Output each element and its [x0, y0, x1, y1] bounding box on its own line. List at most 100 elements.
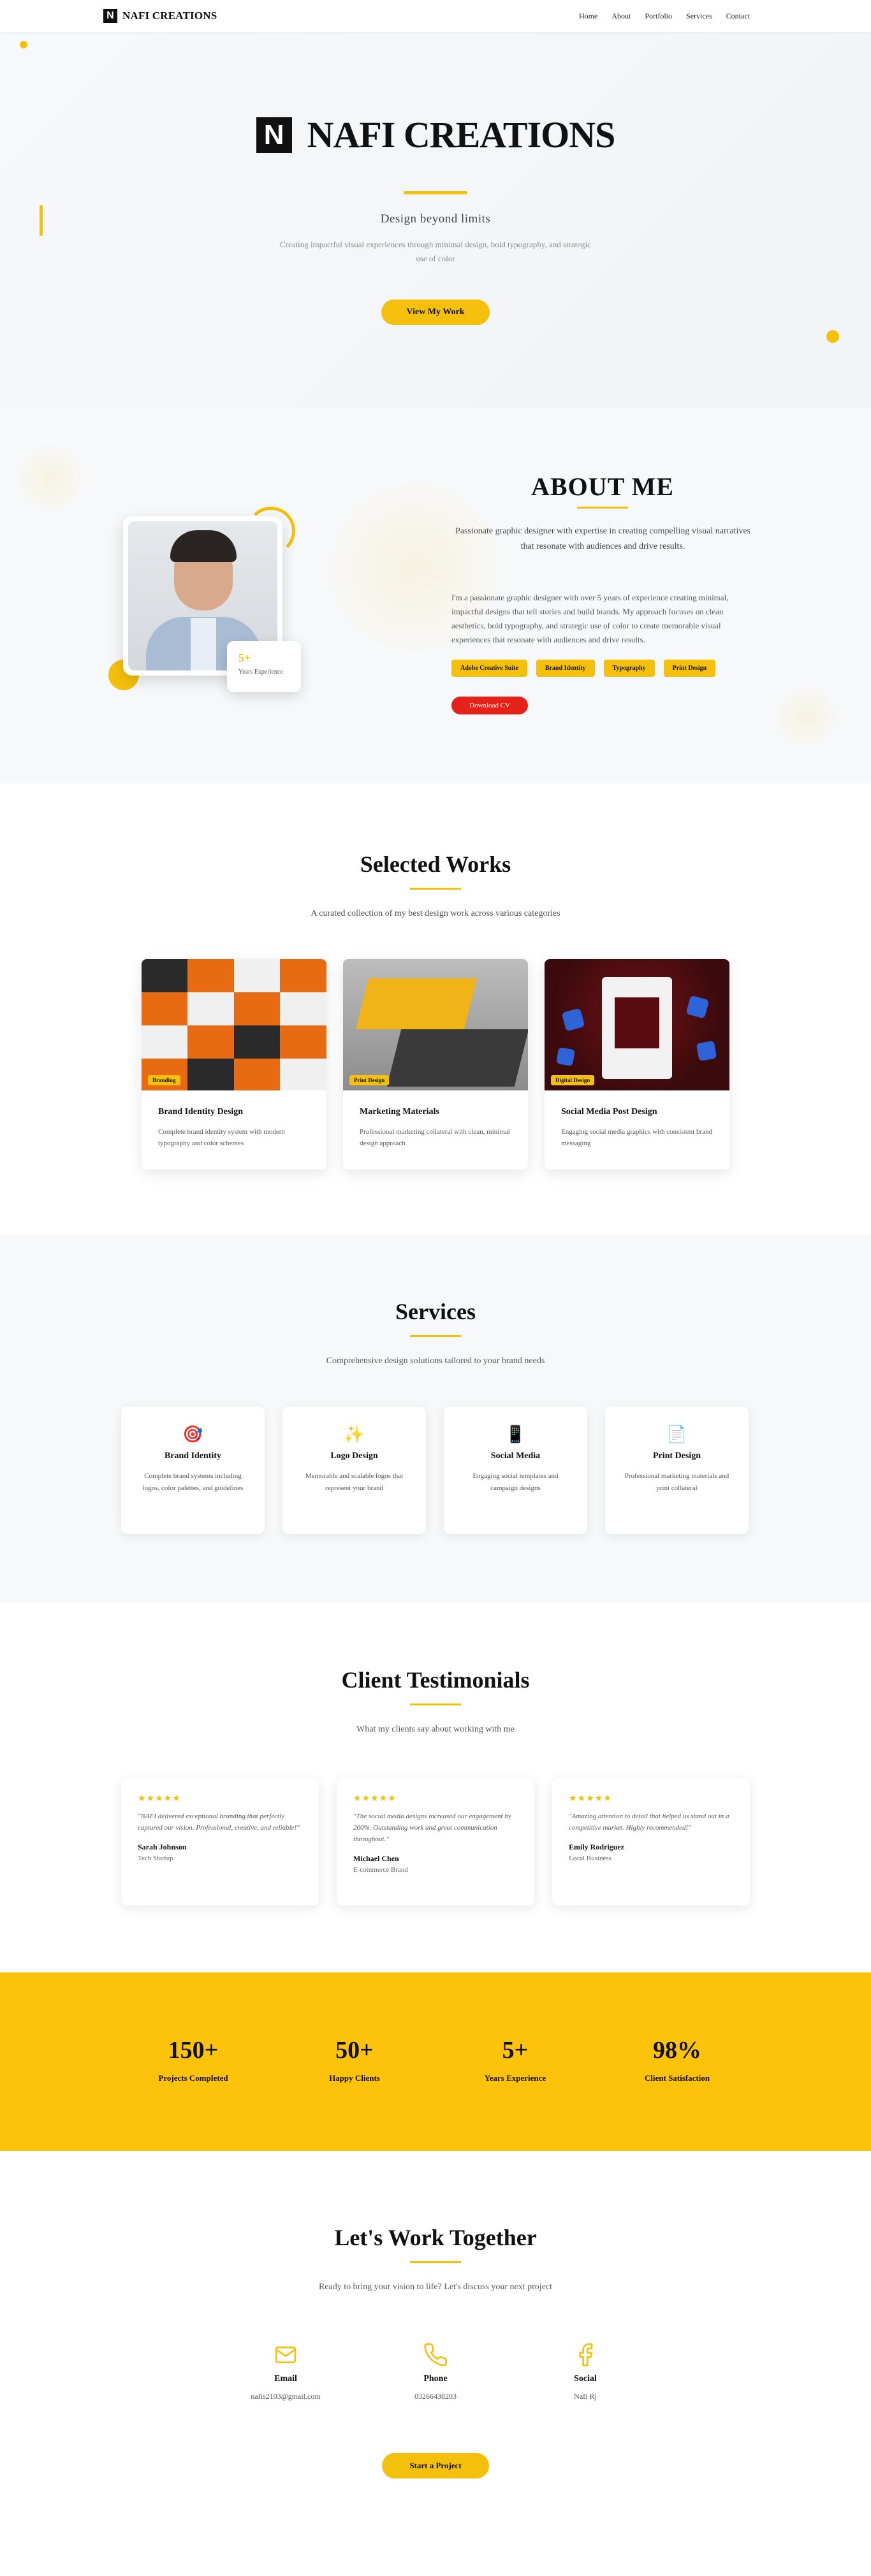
- decor-blob: [778, 688, 835, 746]
- category-badge: Print Design: [349, 1075, 390, 1085]
- testimonial-card: ★★★★★ "Amazing attention to detail that …: [552, 1778, 750, 1906]
- contact-title: Let's Work Together: [334, 2225, 537, 2250]
- skill-chip[interactable]: Print Design: [663, 660, 716, 677]
- nav-link-portfolio[interactable]: Portfolio: [645, 11, 672, 21]
- work-card[interactable]: Digital Design Social Media Post Design …: [545, 959, 729, 1169]
- about-lead: Passionate graphic designer with experti…: [455, 526, 751, 551]
- testimonials-section: Client Testimonials What my clients say …: [0, 1603, 871, 1972]
- star-rating-icon: ★★★★★: [353, 1794, 397, 1804]
- image-tile: [187, 992, 234, 1025]
- start-project-button[interactable]: Start a Project: [382, 2453, 489, 2478]
- download-cv-button[interactable]: Download CV: [451, 697, 528, 714]
- contact-social[interactable]: Social Nafi Rj: [522, 2342, 649, 2401]
- experience-label: Years Experience: [238, 669, 283, 676]
- work-title: Marketing Materials: [360, 1107, 439, 1117]
- skill-chip[interactable]: Typography: [603, 660, 655, 677]
- nav-links: Home About Portfolio Services Contact: [579, 11, 750, 21]
- stat-label: Client Satisfaction: [644, 2073, 710, 2083]
- service-description: Memorable and scalable logos that repres…: [305, 1472, 404, 1492]
- nav-link-contact[interactable]: Contact: [726, 11, 750, 21]
- experience-number: 5+: [238, 651, 251, 664]
- like-icon: [685, 995, 710, 1019]
- skill-chip[interactable]: Adobe Creative Suite: [451, 660, 527, 677]
- skill-chips: Adobe Creative Suite Brand Identity Typo…: [451, 660, 716, 677]
- services-section: Services Comprehensive design solutions …: [0, 1234, 871, 1603]
- mail-icon: [222, 2342, 349, 2368]
- service-card[interactable]: 🎯 Brand Identity Complete brand systems …: [121, 1407, 265, 1534]
- phone-icon: [372, 2342, 499, 2368]
- stat-number: 5+: [502, 2037, 529, 2064]
- contact-subtitle: Ready to bring your vision to life? Let'…: [318, 2282, 553, 2292]
- hero-logo-icon: N: [256, 117, 292, 153]
- image-tile: [142, 1025, 187, 1059]
- image-tile: [280, 992, 326, 1025]
- work-card[interactable]: Print Design Marketing Materials Profess…: [343, 959, 528, 1169]
- testimonials-underline: [410, 1704, 461, 1705]
- client-role: E-commerce Brand: [353, 1866, 408, 1874]
- image-tile: [142, 959, 187, 992]
- testimonials-grid: ★★★★★ "NAFI delivered exceptional brandi…: [121, 1778, 750, 1906]
- service-description: Complete brand systems including logos, …: [142, 1472, 244, 1492]
- hero-title: NAFI CREATIONS: [307, 114, 616, 156]
- contact-label: Email: [274, 2374, 297, 2384]
- nav-link-services[interactable]: Services: [686, 11, 712, 21]
- contact-underline: [410, 2261, 461, 2263]
- brand[interactable]: N NAFI CREATIONS: [103, 9, 217, 23]
- work-title: Social Media Post Design: [561, 1107, 657, 1117]
- contact-label: Social: [574, 2374, 597, 2384]
- like-icon: [696, 1040, 717, 1062]
- stat-block: 150+ Projects Completed: [113, 2036, 273, 2083]
- service-title: Brand Identity: [164, 1451, 222, 1461]
- testimonial-quote: "The social media designs increased our …: [353, 1813, 511, 1843]
- services-grid: 🎯 Brand Identity Complete brand systems …: [121, 1407, 749, 1534]
- works-section: Selected Works A curated collection of m…: [0, 784, 871, 1234]
- service-card[interactable]: 📄 Print Design Professional marketing ma…: [605, 1407, 749, 1534]
- sparkles-icon: ✨: [344, 1425, 365, 1444]
- image-tile: [280, 1059, 326, 1090]
- contact-email[interactable]: Email nafis2103@gmail.com: [222, 2342, 349, 2401]
- work-title: Brand Identity Design: [158, 1107, 244, 1117]
- target-icon: 🎯: [182, 1425, 203, 1444]
- image-brochure: [356, 978, 477, 1029]
- work-image-digital: Digital Design: [545, 959, 729, 1090]
- contact-value: 03266438203: [414, 2392, 457, 2401]
- about-underline: [577, 507, 628, 509]
- service-card[interactable]: ✨ Logo Design Memorable and scalable log…: [282, 1407, 426, 1534]
- works-title: Selected Works: [360, 851, 511, 877]
- about-body: I'm a passionate graphic designer with o…: [451, 593, 729, 644]
- work-body: Brand Identity Design Complete brand ide…: [142, 1090, 326, 1149]
- mobile-phone-icon: 📱: [505, 1425, 526, 1444]
- stat-number: 50+: [335, 2037, 374, 2064]
- works-subtitle: A curated collection of my best design w…: [311, 909, 560, 918]
- contact-label: Phone: [423, 2374, 448, 2384]
- testimonial-card: ★★★★★ "The social media designs increase…: [337, 1778, 534, 1906]
- work-card[interactable]: Branding Brand Identity Design Complete …: [142, 959, 326, 1169]
- client-role: Tech Startup: [138, 1855, 173, 1862]
- stat-label: Projects Completed: [158, 2073, 228, 2083]
- image-tile: [234, 1025, 280, 1059]
- skill-chip[interactable]: Brand Identity: [536, 660, 595, 677]
- service-description: Professional marketing materials and pri…: [624, 1472, 729, 1492]
- client-name: Michael Chen: [353, 1854, 399, 1863]
- top-navbar: N NAFI CREATIONS Home About Portfolio Se…: [0, 0, 871, 32]
- image-tile: [187, 1059, 234, 1090]
- decor-dot: [826, 330, 839, 343]
- nav-link-home[interactable]: Home: [579, 11, 597, 21]
- category-badge: Branding: [148, 1075, 180, 1085]
- hero-description: Creating impactful visual experiences th…: [280, 240, 591, 263]
- testimonial-card: ★★★★★ "NAFI delivered exceptional brandi…: [121, 1778, 319, 1906]
- contact-value: nafis2103@gmail.com: [251, 2392, 321, 2401]
- stat-label: Years Experience: [484, 2073, 546, 2083]
- stat-block: 5+ Years Experience: [435, 2036, 595, 2083]
- contact-phone[interactable]: Phone 03266438203: [372, 2342, 499, 2401]
- stat-block: 98% Client Satisfaction: [597, 2036, 757, 2083]
- nav-link-about[interactable]: About: [611, 11, 631, 21]
- stats-section: 150+ Projects Completed 50+ Happy Client…: [0, 1972, 871, 2151]
- view-work-button[interactable]: View My Work: [381, 300, 490, 325]
- service-title: Social Media: [490, 1451, 541, 1461]
- works-underline: [410, 888, 461, 890]
- about-title: ABOUT ME: [531, 472, 674, 501]
- photo-shirt: [191, 618, 216, 670]
- service-card[interactable]: 📱 Social Media Engaging social templates…: [444, 1407, 587, 1534]
- service-title: Logo Design: [330, 1451, 378, 1461]
